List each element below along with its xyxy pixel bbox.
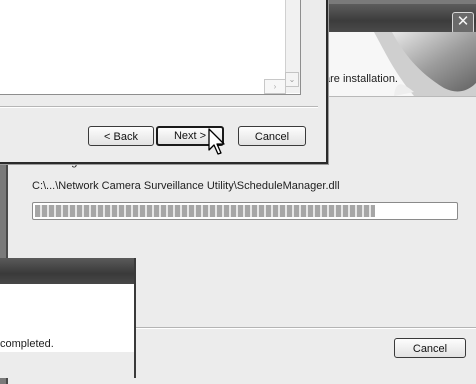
- install-progress-bar: [32, 202, 458, 220]
- progress-fill: [35, 205, 375, 217]
- wizard-divider: [0, 106, 318, 108]
- scroll-right-icon[interactable]: ›: [264, 79, 286, 94]
- completion-titlebar: [0, 258, 134, 284]
- completion-dialog: completed.: [0, 258, 136, 378]
- header-subtitle: are installation.: [324, 73, 398, 85]
- license-text-box[interactable]: ⌄ ›: [0, 0, 301, 95]
- wizard-dialog: ⌄ › < Back Next > Cancel: [0, 0, 328, 164]
- cancel-button[interactable]: Cancel: [394, 338, 466, 358]
- mouse-pointer-icon: [208, 128, 225, 155]
- close-icon[interactable]: ✕: [452, 12, 474, 34]
- wizard-cancel-button[interactable]: Cancel: [238, 126, 306, 146]
- back-button[interactable]: < Back: [88, 126, 154, 146]
- completion-message: completed.: [0, 338, 54, 350]
- current-file-path: C:\...\Network Camera Surveillance Utili…: [32, 180, 340, 192]
- vertical-scrollbar[interactable]: ⌄: [285, 0, 300, 93]
- scroll-down-icon[interactable]: ⌄: [285, 72, 299, 87]
- header-graphic: [374, 32, 476, 96]
